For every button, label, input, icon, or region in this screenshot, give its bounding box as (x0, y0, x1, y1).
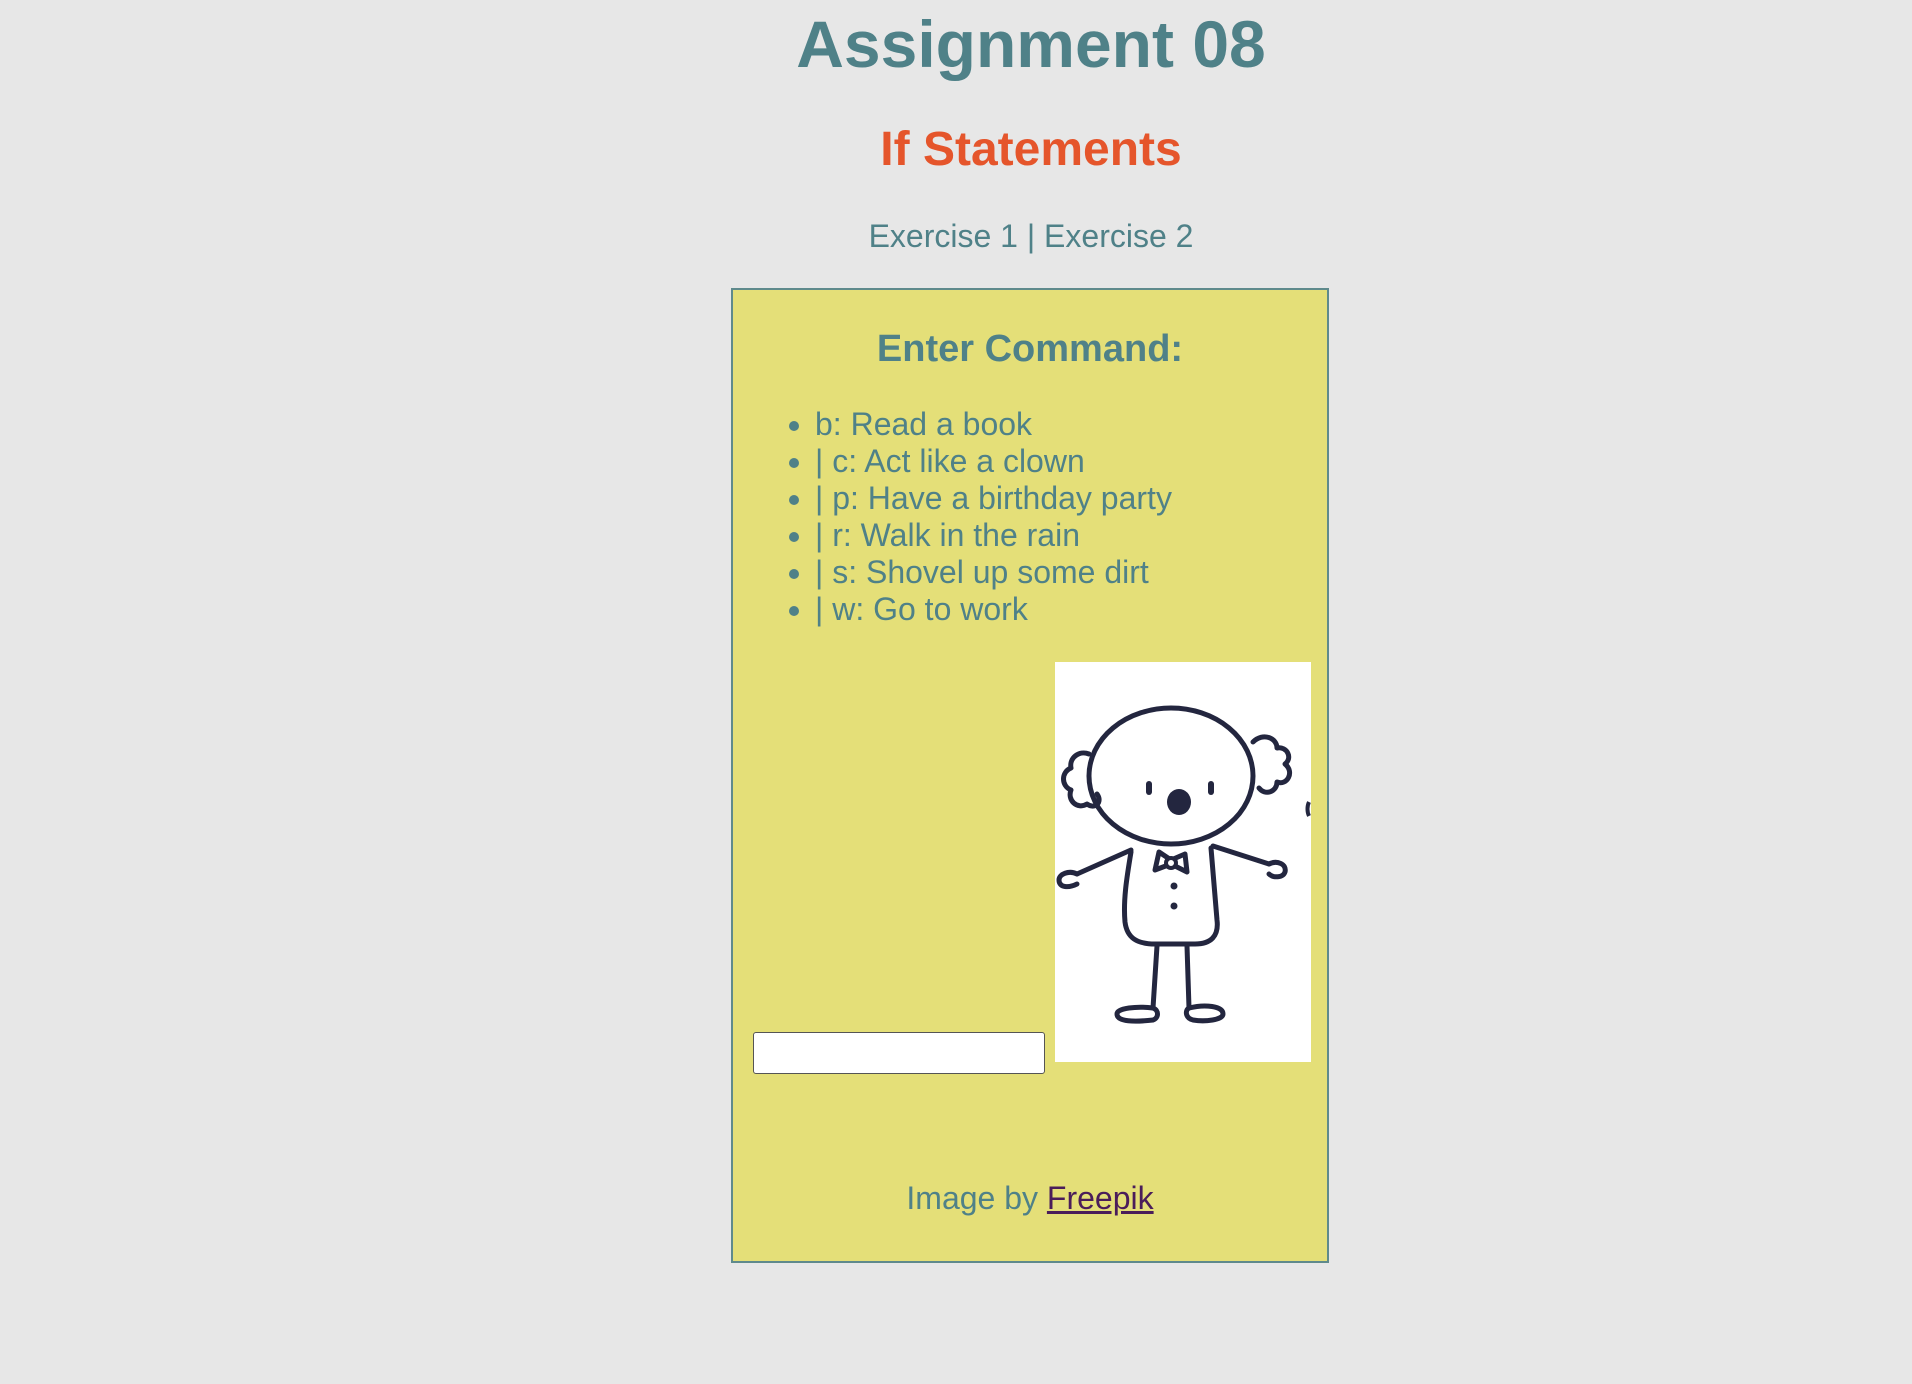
clown-illustration (1055, 662, 1311, 1062)
page-title: Assignment 08 (796, 7, 1266, 81)
command-item-p: | p: Have a birthday party (815, 480, 1172, 517)
clown-icon (1056, 705, 1311, 1024)
command-item-w: | w: Go to work (815, 591, 1172, 628)
nav-link-exercise-2[interactable]: Exercise 2 (1044, 218, 1193, 254)
command-input[interactable] (753, 1032, 1045, 1074)
command-item-c: | c: Act like a clown (815, 443, 1172, 480)
command-list: b: Read a book | c: Act like a clown | p… (733, 406, 1172, 628)
exercise-nav: Exercise 1 | Exercise 2 (0, 216, 1912, 256)
panel-heading: Enter Command: (876, 328, 1184, 370)
command-item-r: | r: Walk in the rain (815, 517, 1172, 554)
image-attribution: Image by Freepik (733, 1178, 1327, 1218)
command-item-s: | s: Shovel up some dirt (815, 554, 1172, 591)
nav-link-exercise-1[interactable]: Exercise 1 (869, 218, 1018, 254)
attribution-prefix: Image by (906, 1180, 1047, 1216)
page-subtitle: If Statements (880, 123, 1182, 176)
nav-separator: | (1017, 218, 1045, 254)
command-item-b: b: Read a book (815, 406, 1172, 443)
freepik-link[interactable]: Freepik (1047, 1180, 1154, 1216)
command-panel: Enter Command: b: Read a book | c: Act l… (731, 288, 1329, 1263)
